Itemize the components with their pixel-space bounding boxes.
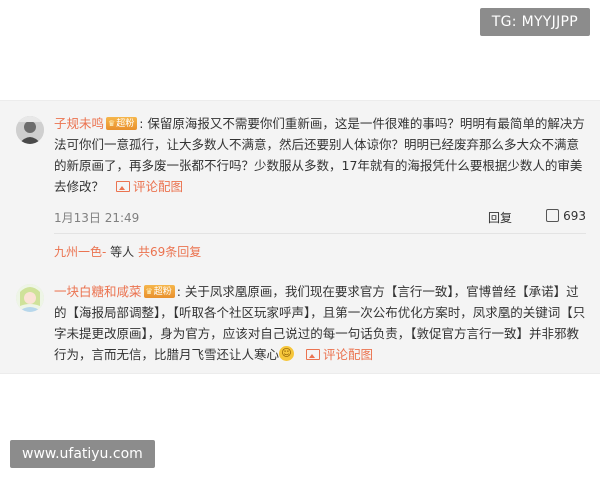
crown-icon: ♛ [145,287,153,296]
watermark-top: TG: MYYJJPP [479,8,590,36]
view-replies-link[interactable]: 共69条回复 [138,245,201,259]
watermark-bottom: www.ufatiyu.com [10,440,155,468]
username[interactable]: 一块白糖和咸菜 [54,284,142,299]
username[interactable]: 子规未鸣 [54,116,104,131]
like-count: 693 [563,209,586,223]
comment-panel: 子规未鸣 ♛超粉: 保留原海报又不需要你们重新画，这是一件很难的事吗？明明有最简单… [0,100,600,374]
avatar[interactable] [16,284,44,312]
comment-image-link[interactable]: 评论配图 [116,179,183,194]
comment-text-block: 子规未鸣 ♛超粉: 保留原海报又不需要你们重新画，这是一件很难的事吗？明明有最简单… [54,116,585,194]
comment-text-block: 一块白糖和咸菜 ♛超粉: 关于凤求凰原画，我们现在要求官方【言行一致】，官博曾经【… [54,284,586,362]
crown-icon: ♛ [108,119,116,128]
like-icon [546,209,560,222]
super-fan-badge: ♛超粉 [106,117,138,130]
smile-emoji-icon: ☺ [279,346,295,361]
image-icon [116,181,130,192]
timestamp: 1月13日 21:49 [54,211,140,225]
like-button[interactable]: 693 [546,209,586,223]
avatar-image [16,284,44,312]
divider [54,233,586,234]
sub-replies-summary[interactable]: 九州一色- 等人 共69条回复 [54,243,201,260]
avatar-image [16,116,44,144]
reply-button[interactable]: 回复 [488,209,512,226]
avatar[interactable] [16,116,44,144]
image-icon [306,349,320,360]
super-fan-badge: ♛超粉 [143,285,175,298]
comment-image-link[interactable]: 评论配图 [306,347,373,362]
sub-reply-user[interactable]: 九州一色- [54,245,106,259]
